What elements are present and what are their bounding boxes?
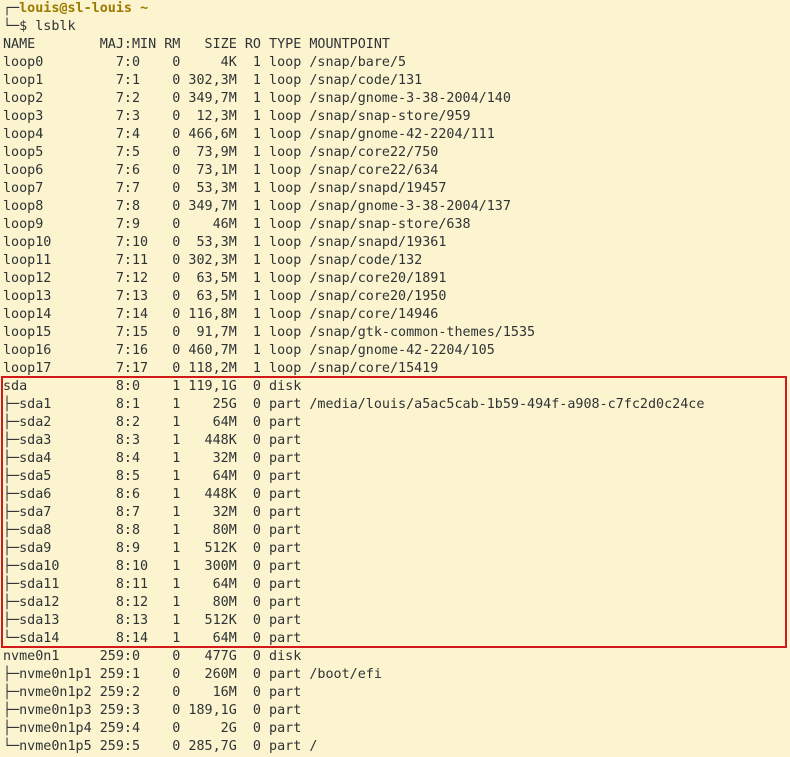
table-row: loop2 7:2 0 349,7M 1 loop /snap/gnome-3-… [3, 91, 511, 106]
prompt-command: lsblk [35, 19, 76, 34]
table-row: loop13 7:13 0 63,5M 1 loop /snap/core20/… [3, 289, 447, 304]
prompt-symbol: $ [19, 19, 28, 34]
table-row: loop12 7:12 0 63,5M 1 loop /snap/core20/… [3, 271, 447, 286]
table-row: loop8 7:8 0 349,7M 1 loop /snap/gnome-3-… [3, 199, 511, 214]
table-row: loop9 7:9 0 46M 1 loop /snap/snap-store/… [3, 217, 471, 232]
prompt-tree-bottom: └─ [3, 19, 20, 34]
table-row: loop16 7:16 0 460,7M 1 loop /snap/gnome-… [3, 343, 495, 358]
table-row: loop5 7:5 0 73,9M 1 loop /snap/core22/75… [3, 145, 439, 160]
terminal-window[interactable]: ┌─louis@sl-louis ~ └─$ lsblk NAME MAJ:MI… [0, 0, 790, 757]
prompt-user-host: louis@sl-louis [19, 1, 132, 16]
table-row: nvme0n1 259:0 0 477G 0 disk [3, 649, 302, 664]
table-row: loop14 7:14 0 116,8M 1 loop /snap/core/1… [3, 307, 439, 322]
prompt-cwd: ~ [140, 1, 149, 16]
table-header: NAME MAJ:MIN RM SIZE RO TYPE MOUNTPOINT [3, 37, 390, 52]
table-row: loop1 7:1 0 302,3M 1 loop /snap/code/131 [3, 73, 423, 88]
table-row: ├─nvme0n1p4 259:4 0 2G 0 part [3, 721, 302, 736]
table-row: loop6 7:6 0 73,1M 1 loop /snap/core22/63… [3, 163, 439, 178]
table-row: ├─nvme0n1p2 259:2 0 16M 0 part [3, 685, 302, 700]
table-row: loop11 7:11 0 302,3M 1 loop /snap/code/1… [3, 253, 423, 268]
prompt-line-1: ┌─louis@sl-louis ~ [3, 0, 148, 18]
table-row: loop10 7:10 0 53,3M 1 loop /snap/snapd/1… [3, 235, 447, 250]
table-row: loop7 7:7 0 53,3M 1 loop /snap/snapd/194… [3, 181, 447, 196]
table-row: └─nvme0n1p5 259:5 0 285,7G 0 part / [3, 739, 318, 754]
table-row: loop0 7:0 0 4K 1 loop /snap/bare/5 [3, 55, 407, 70]
table-row: loop4 7:4 0 466,6M 1 loop /snap/gnome-42… [3, 127, 495, 142]
sda-highlight-box [1, 376, 787, 648]
table-row: ├─nvme0n1p1 259:1 0 260M 0 part /boot/ef… [3, 667, 382, 682]
table-row: loop3 7:3 0 12,3M 1 loop /snap/snap-stor… [3, 109, 471, 124]
prompt-tree-top: ┌─ [3, 1, 20, 16]
prompt-line-2: └─$ lsblk [3, 18, 76, 36]
table-row: loop15 7:15 0 91,7M 1 loop /snap/gtk-com… [3, 325, 536, 340]
table-row: ├─nvme0n1p3 259:3 0 189,1G 0 part [3, 703, 302, 718]
